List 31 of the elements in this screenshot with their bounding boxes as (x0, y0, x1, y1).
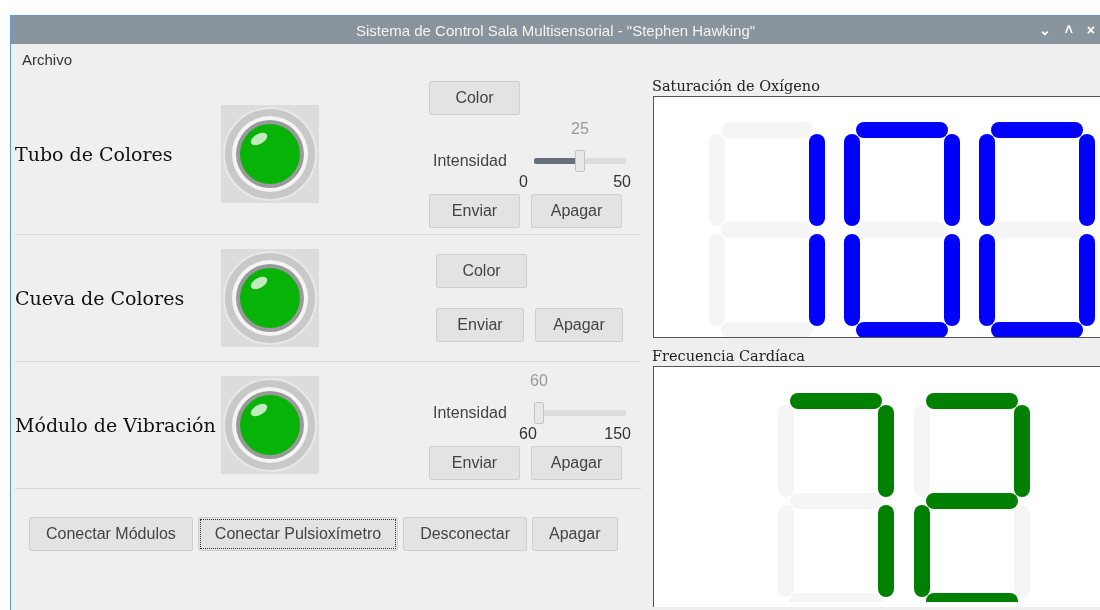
action-button[interactable]: Conectar Pulsioxímetro (197, 517, 399, 551)
slider-thumb[interactable] (534, 402, 544, 424)
slider-label: Intensidad (432, 404, 508, 422)
send-button[interactable]: Enviar (429, 446, 520, 480)
device-name: Módulo de Vibración (15, 414, 217, 436)
device-name: Tubo de Colores (15, 143, 174, 165)
device-name: Cueva de Colores (15, 287, 186, 309)
intensity-slider[interactable] (534, 402, 626, 424)
color-button[interactable]: Color (429, 80, 520, 115)
display-title: Frecuencia Cardíaca (652, 347, 806, 366)
slider-min: 0 (519, 172, 528, 191)
off-button[interactable]: Apagar (535, 308, 623, 342)
slider-label: Intensidad (432, 151, 508, 170)
slider-min: 60 (519, 425, 537, 443)
slider-max: 50 (613, 172, 631, 191)
action-button[interactable]: Conectar Módulos (29, 517, 193, 551)
send-button[interactable]: Enviar (429, 193, 520, 228)
intensity-slider[interactable] (534, 149, 626, 172)
display-title: Saturación de Oxígeno (652, 77, 821, 96)
slider-value: 60 (530, 372, 548, 390)
window-title: Sistema de Control Sala Multisensorial - "Stephen Hawking" (355, 21, 756, 39)
send-button[interactable]: Enviar (436, 308, 524, 342)
action-button[interactable]: Apagar (531, 517, 618, 551)
color-button[interactable]: Color (436, 254, 527, 288)
action-button[interactable]: Desconectar (403, 517, 527, 551)
off-button[interactable]: Apagar (531, 193, 622, 228)
slider-value: 25 (571, 119, 589, 138)
slider-thumb[interactable] (575, 149, 585, 172)
slider-max: 150 (604, 425, 631, 443)
menu-item[interactable]: Archivo (11, 48, 84, 70)
off-button[interactable]: Apagar (531, 446, 622, 480)
